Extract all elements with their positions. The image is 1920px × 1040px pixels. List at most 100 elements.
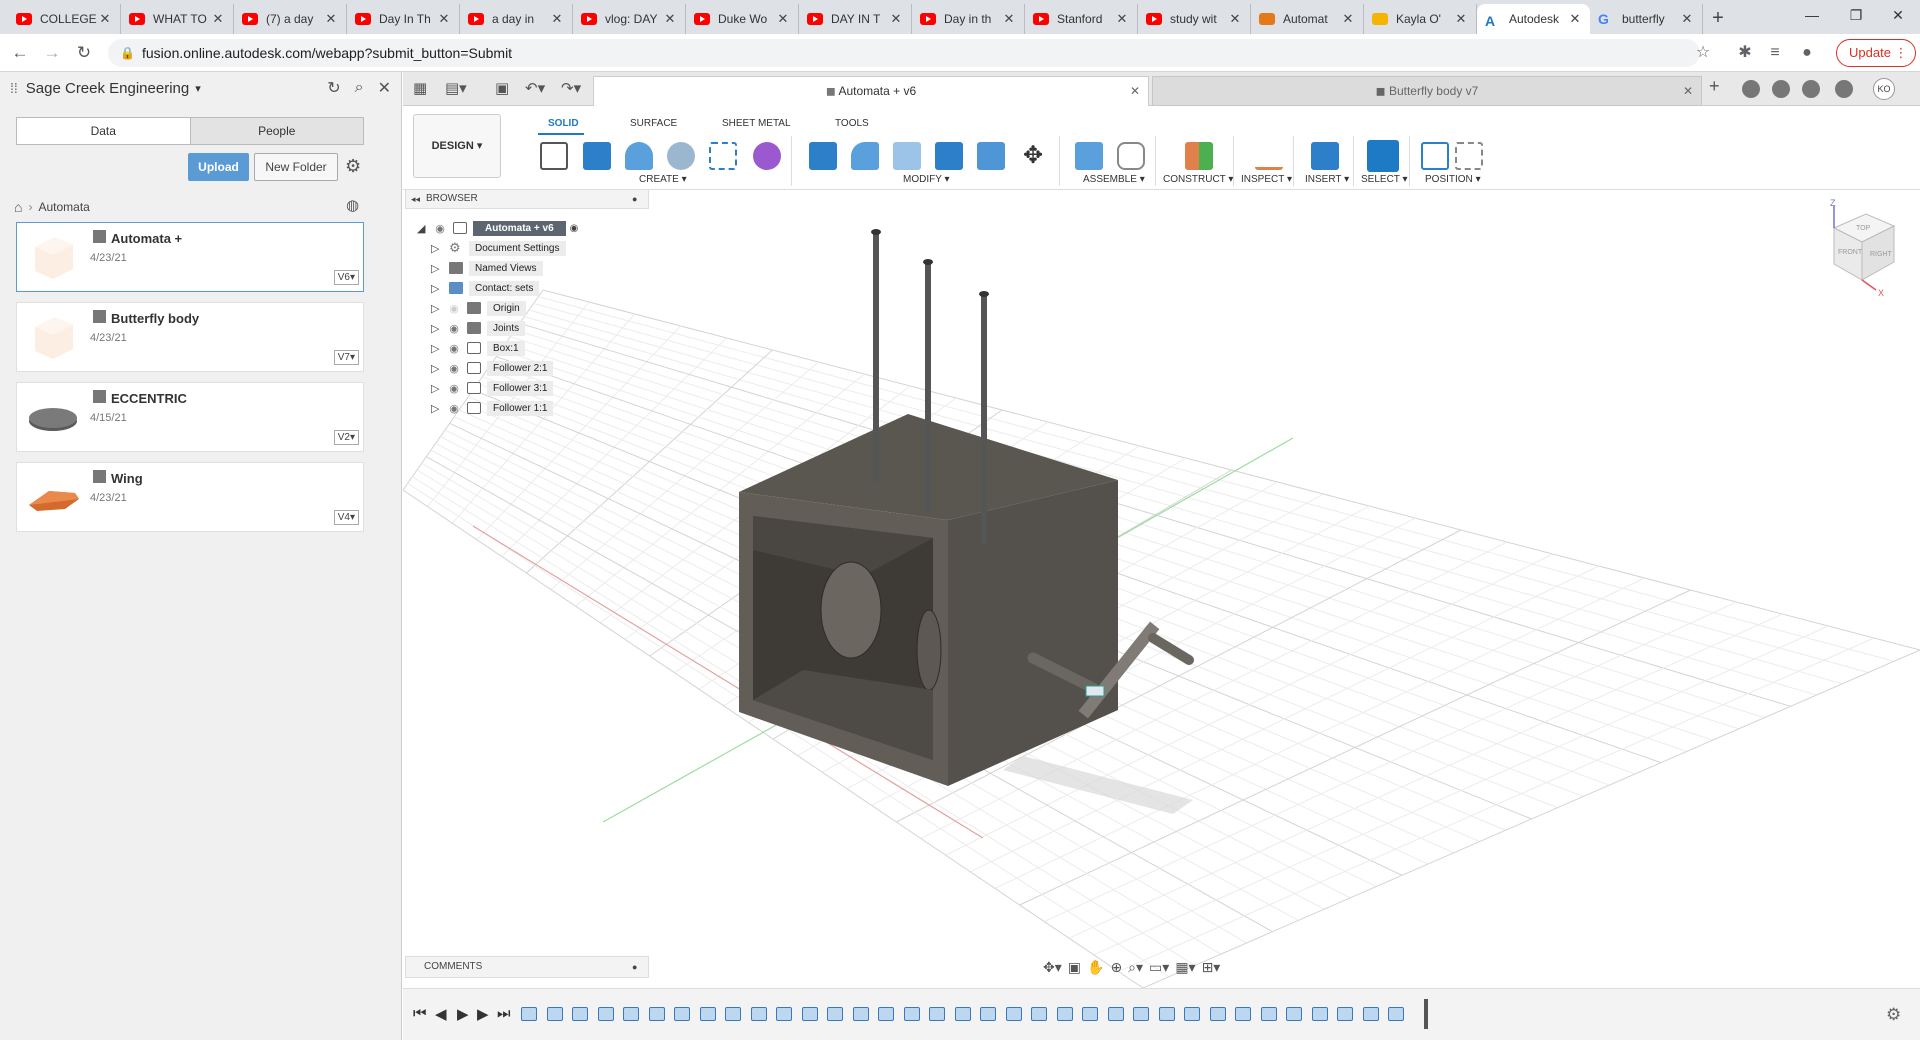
timeline-feature-icon[interactable]	[954, 1007, 971, 1021]
back-icon[interactable]: ←	[8, 42, 32, 64]
browser-tab-active[interactable]: A Autodesk ✕	[1477, 4, 1590, 34]
browser-tab[interactable]: COLLEGE ✕	[8, 4, 121, 34]
file-card[interactable]: Wing 4/23/21 V4▾	[16, 462, 364, 532]
browser-tab[interactable]: Day In Th ✕	[347, 4, 460, 34]
close-tab-icon[interactable]: ✕	[1568, 11, 1582, 27]
home-icon[interactable]: ⌂	[14, 199, 22, 215]
tab-sheet-metal[interactable]: SHEET METAL	[722, 118, 791, 129]
timeline-feature-icon[interactable]	[1056, 1007, 1073, 1021]
timeline-feature-icon[interactable]	[1209, 1007, 1226, 1021]
gear-icon[interactable]: ⚙	[1886, 1005, 1901, 1025]
joint-icon[interactable]	[1117, 142, 1145, 170]
timeline-feature-icon[interactable]	[980, 1007, 996, 1021]
tree-item[interactable]: ▷ ◉ Joints	[431, 319, 526, 337]
upload-button[interactable]: Upload	[188, 153, 249, 181]
close-icon[interactable]: ✕	[1683, 77, 1693, 105]
shell-icon[interactable]	[893, 142, 921, 170]
extension-icon[interactable]	[1742, 80, 1760, 98]
close-tab-icon[interactable]: ✕	[1228, 11, 1242, 27]
close-tab-icon[interactable]: ✕	[776, 11, 790, 27]
timeline-marker[interactable]	[1424, 999, 1428, 1029]
expand-arrow-icon[interactable]: ▷	[431, 242, 445, 255]
help-icon[interactable]	[1835, 80, 1853, 98]
timeline-feature-icon[interactable]	[1133, 1007, 1149, 1021]
file-card[interactable]: Butterfly body 4/23/21 V7▾	[16, 302, 364, 372]
extensions-icon[interactable]: ✱	[1734, 42, 1756, 64]
combine-icon[interactable]	[935, 142, 963, 170]
browser-tab[interactable]: a day in ✕	[460, 4, 573, 34]
timeline-feature-icon[interactable]	[546, 1007, 563, 1021]
close-tab-icon[interactable]: ✕	[1341, 11, 1355, 27]
inspect-menu[interactable]: INSPECT ▾	[1241, 174, 1292, 185]
collapse-icon[interactable]: ◂◂	[411, 190, 420, 208]
grid-settings-icon[interactable]: ▦▾	[1175, 959, 1195, 976]
zoom-icon[interactable]: ⊕	[1110, 959, 1122, 976]
press-pull-icon[interactable]	[809, 142, 837, 170]
pan-icon[interactable]: ✋	[1087, 959, 1104, 976]
activate-icon[interactable]: ◉	[570, 223, 579, 234]
automata-model[interactable]	[739, 229, 1194, 786]
version-badge[interactable]: V7▾	[333, 350, 359, 365]
sketch-icon[interactable]	[540, 142, 568, 170]
timeline-feature-icon[interactable]	[1311, 1007, 1328, 1021]
timeline-feature-icon[interactable]	[572, 1007, 588, 1021]
maximize-button[interactable]: ❐	[1834, 0, 1878, 30]
expand-arrow-icon[interactable]: ▷	[431, 342, 445, 355]
create-menu[interactable]: CREATE ▾	[639, 174, 687, 185]
browser-tab[interactable]: vlog: DAY ✕	[573, 4, 686, 34]
browser-tab[interactable]: (7) a day ✕	[234, 4, 347, 34]
close-tab-icon[interactable]: ✕	[550, 11, 564, 27]
timeline-feature-icon[interactable]	[1005, 1007, 1022, 1021]
file-card[interactable]: ECCENTRIC 4/15/21 V2▾	[16, 382, 364, 452]
version-badge[interactable]: V2▾	[333, 430, 359, 445]
timeline-feature-icon[interactable]	[1184, 1007, 1200, 1021]
document-tab[interactable]: ◼ Butterfly body v7 ✕	[1152, 76, 1702, 106]
close-tab-icon[interactable]: ✕	[437, 11, 451, 27]
timeline-feature-icon[interactable]	[852, 1007, 869, 1021]
eye-icon[interactable]: ◉	[445, 382, 463, 395]
fillet-icon[interactable]	[851, 142, 879, 170]
viewcube[interactable]: TOP FRONT RIGHT Z X	[1816, 198, 1906, 298]
timeline-feature-icon[interactable]	[1286, 1007, 1302, 1021]
align-icon[interactable]	[1421, 142, 1449, 170]
timeline-feature-icon[interactable]	[1337, 1007, 1353, 1021]
profile-icon[interactable]: ●	[1796, 42, 1818, 64]
tab-surface[interactable]: SURFACE	[630, 118, 677, 129]
browser-tab[interactable]: study wit ✕	[1138, 4, 1251, 34]
select-menu[interactable]: SELECT ▾	[1361, 174, 1408, 185]
file-card[interactable]: Automata + 4/23/21 V6▾	[16, 222, 364, 292]
position-menu[interactable]: POSITION ▾	[1425, 174, 1481, 185]
tree-item[interactable]: ▷ ◉ Follower 3:1	[431, 379, 554, 397]
expand-arrow-icon[interactable]: ▷	[431, 262, 445, 275]
insert-menu[interactable]: INSERT ▾	[1305, 174, 1349, 185]
notifications-icon[interactable]	[1802, 80, 1820, 98]
reload-icon[interactable]: ↻	[72, 42, 96, 64]
update-button[interactable]: Update ⋮	[1836, 39, 1916, 67]
comments-panel[interactable]: COMMENTS ●	[405, 956, 649, 978]
move-icon[interactable]: ✥	[1019, 142, 1047, 170]
timeline-feature-icon[interactable]	[1107, 1007, 1124, 1021]
go-to-start-icon[interactable]: ⏮	[413, 1005, 427, 1022]
browser-tab[interactable]: DAY IN T ✕	[799, 4, 912, 34]
play-icon[interactable]: ▶	[457, 1005, 469, 1023]
timeline-feature-icon[interactable]	[699, 1007, 716, 1021]
redo-icon[interactable]: ↷▾	[561, 79, 581, 97]
tree-item[interactable]: ▷ ◉ Follower 1:1	[431, 399, 554, 417]
close-panel-icon[interactable]: ✕	[378, 78, 391, 98]
timeline-feature-icon[interactable]	[623, 1007, 639, 1021]
zoom-window-icon[interactable]: ⌕▾	[1128, 959, 1143, 976]
create-form-icon[interactable]	[753, 142, 781, 170]
globe-icon[interactable]: ◍	[346, 196, 359, 214]
timeline-feature-icon[interactable]	[750, 1007, 767, 1021]
browser-tab[interactable]: Kayla O' ✕	[1364, 4, 1477, 34]
version-badge[interactable]: V6▾	[333, 270, 359, 285]
close-tab-icon[interactable]: ✕	[1002, 11, 1016, 27]
construct-menu[interactable]: CONSTRUCT ▾	[1163, 174, 1233, 185]
timeline-feature-icon[interactable]	[1031, 1007, 1047, 1021]
close-tab-icon[interactable]: ✕	[663, 11, 677, 27]
eye-icon[interactable]: ◉	[445, 362, 463, 375]
timeline-feature-icon[interactable]	[1260, 1007, 1277, 1021]
tab-solid[interactable]: SOLID	[548, 118, 579, 129]
step-forward-icon[interactable]: ▶	[477, 1005, 489, 1023]
select-icon[interactable]	[1367, 140, 1399, 172]
